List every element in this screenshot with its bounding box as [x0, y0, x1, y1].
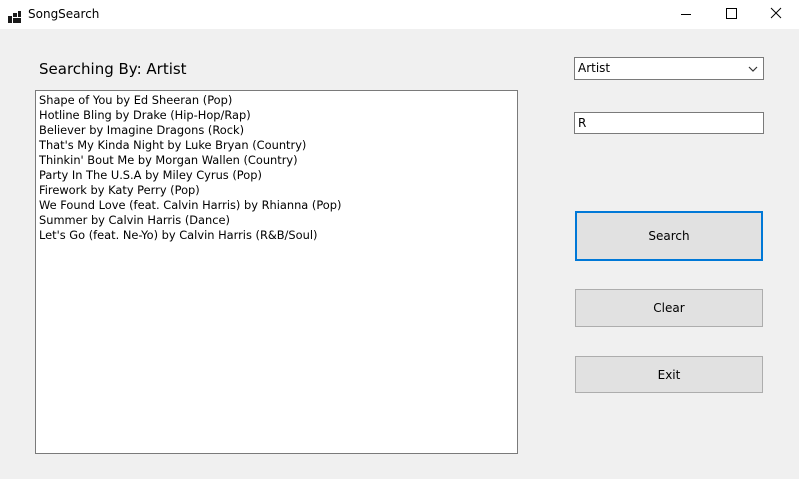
list-item[interactable]: We Found Love (feat. Calvin Harris) by R…	[39, 198, 517, 213]
list-item[interactable]: Thinkin' Bout Me by Morgan Wallen (Count…	[39, 153, 517, 168]
clear-button[interactable]: Clear	[575, 289, 763, 327]
app-icon	[8, 8, 21, 23]
list-item[interactable]: Hotline Bling by Drake (Hip-Hop/Rap)	[39, 108, 517, 123]
list-item[interactable]: Firework by Katy Perry (Pop)	[39, 183, 517, 198]
minimize-button[interactable]	[663, 0, 709, 29]
chevron-down-icon[interactable]	[746, 61, 760, 76]
list-item[interactable]: That's My Kinda Night by Luke Bryan (Cou…	[39, 138, 517, 153]
search-by-combobox[interactable]: Artist	[574, 57, 764, 80]
title-bar[interactable]: SongSearch	[0, 0, 799, 29]
list-item[interactable]: Believer by Imagine Dragons (Rock)	[39, 123, 517, 138]
search-input[interactable]	[574, 112, 764, 134]
maximize-button[interactable]	[709, 0, 755, 29]
list-item[interactable]: Summer by Calvin Harris (Dance)	[39, 213, 517, 228]
exit-button[interactable]: Exit	[575, 356, 763, 393]
app-window: SongSearch Searching By: Artist Shape of…	[0, 0, 799, 479]
close-button[interactable]	[753, 0, 799, 29]
window-title: SongSearch	[28, 7, 100, 21]
search-by-selected: Artist	[578, 61, 611, 75]
list-item[interactable]: Let's Go (feat. Ne-Yo) by Calvin Harris …	[39, 228, 517, 243]
list-item[interactable]: Party In The U.S.A by Miley Cyrus (Pop)	[39, 168, 517, 183]
results-listbox[interactable]: Shape of You by Ed Sheeran (Pop) Hotline …	[35, 90, 518, 454]
search-button[interactable]: Search	[575, 211, 763, 261]
results-list: Shape of You by Ed Sheeran (Pop) Hotline …	[36, 91, 517, 243]
searching-by-label: Searching By: Artist	[39, 60, 187, 78]
list-item[interactable]: Shape of You by Ed Sheeran (Pop)	[39, 93, 517, 108]
